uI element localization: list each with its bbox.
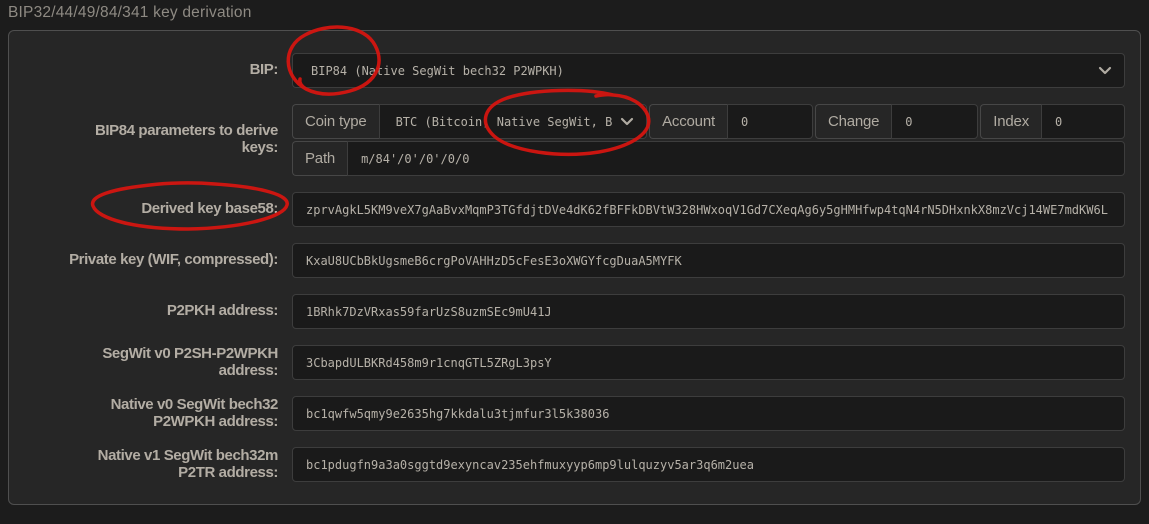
p2sh-p2wpkh-address-label: SegWit v0 P2SH-P2WPKH address:: [102, 344, 278, 379]
p2tr-address-row: Native v1 SegWit bech32m P2TR address:: [63, 447, 1125, 482]
derived-key-row: Derived key base58:: [63, 192, 1125, 227]
p2sh-p2wpkh-address-row: SegWit v0 P2SH-P2WPKH address:: [63, 345, 1125, 380]
bip-label: BIP:: [249, 61, 279, 79]
change-label: Change: [814, 104, 892, 139]
private-key-label: Private key (WIF, compressed):: [69, 251, 278, 269]
page-title: BIP32/44/49/84/341 key derivation: [8, 4, 252, 21]
path-input[interactable]: [347, 141, 1125, 176]
account-label: Account: [649, 104, 727, 139]
coin-type-label: Coin type: [292, 104, 379, 139]
coin-type-select-value: BTC (Bitcoin, Native SegWit, B: [395, 114, 613, 129]
p2wpkh-address-row: Native v0 SegWit bech32 P2WPKH address:: [63, 396, 1125, 431]
private-key-input[interactable]: [292, 243, 1125, 278]
parameters-row: BIP84 parameters to derive keys: Coin ty…: [63, 104, 1125, 176]
p2pkh-address-row: P2PKH address:: [63, 294, 1125, 329]
bip-select[interactable]: BIP84 (Native SegWit bech32 P2WPKH): [292, 53, 1125, 88]
key-derivation-panel: BIP: BIP84 (Native SegWit bech32 P2WPKH)…: [8, 30, 1141, 505]
derived-key-input[interactable]: [292, 192, 1125, 227]
derived-key-label: Derived key base58:: [141, 200, 278, 218]
change-input[interactable]: [891, 104, 979, 139]
p2pkh-address-input[interactable]: [292, 294, 1125, 329]
private-key-row: Private key (WIF, compressed):: [63, 243, 1125, 278]
p2pkh-address-label: P2PKH address:: [166, 302, 279, 320]
coin-type-select[interactable]: BTC (Bitcoin, Native SegWit, B: [378, 104, 648, 139]
p2tr-address-label: Native v1 SegWit bech32m P2TR address:: [97, 446, 279, 481]
index-input[interactable]: [1041, 104, 1125, 139]
p2wpkh-address-input[interactable]: [292, 396, 1125, 431]
bip-row: BIP: BIP84 (Native SegWit bech32 P2WPKH): [63, 53, 1125, 88]
chevron-down-icon: [1098, 66, 1112, 75]
p2wpkh-address-label: Native v0 SegWit bech32 P2WPKH address:: [110, 395, 279, 430]
bip-select-value: BIP84 (Native SegWit bech32 P2WPKH): [311, 63, 564, 78]
parameters-label: BIP84 parameters to derive keys:: [94, 122, 278, 156]
account-input[interactable]: [726, 104, 813, 139]
path-label: Path: [292, 141, 348, 176]
p2sh-p2wpkh-address-input[interactable]: [292, 345, 1125, 380]
index-label: Index: [980, 104, 1041, 139]
chevron-down-icon: [620, 117, 634, 126]
p2tr-address-input[interactable]: [292, 447, 1125, 482]
